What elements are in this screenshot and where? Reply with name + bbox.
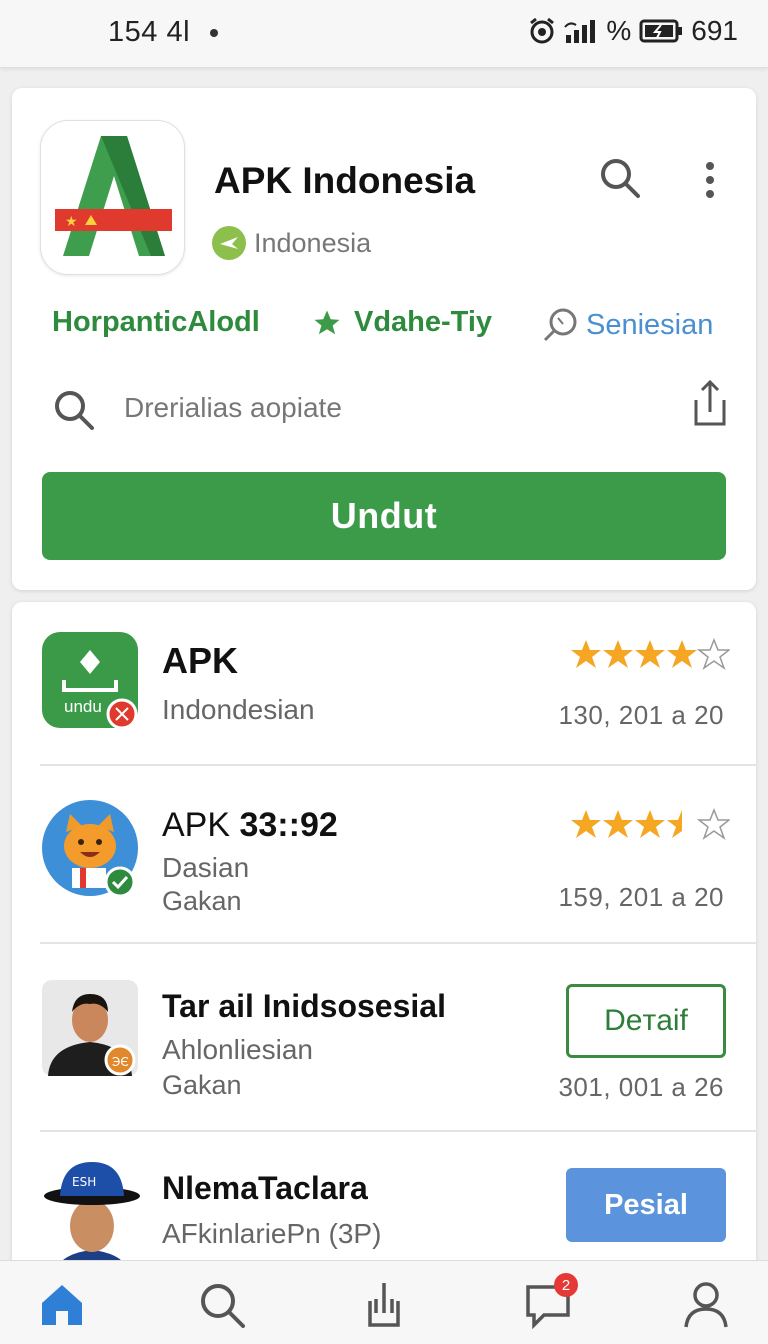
download-count: 159, 201 a 20 [558,882,724,912]
signal-icon [564,20,596,43]
app-name-prefix: APK [162,806,240,844]
icon-label: undu [64,697,102,716]
status-bar: 154 4l % 691 [0,0,768,68]
status-icons: % 691 [528,15,738,47]
search-icon[interactable] [196,1279,248,1331]
bottom-navigation: 2 [0,1260,768,1344]
country-label: Indonesia [254,227,372,258]
star-rating [570,808,730,844]
battery-icon [639,19,683,43]
app-category: Dasian [162,852,250,883]
more-options-icon[interactable] [696,158,724,202]
app-category: AFkinlariePn (3P) [162,1218,382,1249]
app-list: undu APK Indondesian 130, 201 a 20 APK 3… [12,602,756,1282]
star-rating [570,638,730,674]
app-title: APK Indonesia [214,160,476,201]
detail-button[interactable]: Deтaif [566,984,726,1058]
list-item[interactable]: APK 33::92 Dasian Gakan 159, 201 a 20 [12,766,756,944]
app-name: APK 33::92 [162,806,338,845]
svg-text:★: ★ [65,214,78,230]
app-publisher: Gakan [162,886,242,916]
magnifier-icon [543,308,577,342]
battery-level: 691 [691,15,738,46]
rating-tag[interactable]: Vdahe-Tiy [312,306,492,339]
app-name: APK [162,640,239,681]
list-item[interactable]: undu APK Indondesian 130, 201 a 20 [12,602,756,766]
fox-mascot-icon [42,800,138,896]
profile-photo: ЭЄ [42,980,138,1076]
badge-label: ЭЄ [112,1055,129,1069]
app-logo: ★ [40,120,185,275]
app-name-number: 33::92 [239,806,338,844]
app-name: NlemaTaclara [162,1170,368,1206]
alarm-icon [530,17,555,44]
search-icon[interactable] [598,156,642,200]
app-publisher: Gakan [162,1070,242,1100]
search-bar[interactable]: Drerialias aopiate [52,379,732,434]
download-app-icon: undu [42,632,138,728]
app-country: Indonesia [212,226,371,260]
download-count: 301, 001 a 26 [558,1072,724,1102]
download-button[interactable]: Undut [42,472,726,560]
app-name: Tar ail Inidsosesial [162,988,446,1024]
rating-tag-label: Vdahe-Tiy [354,306,493,338]
percent-text: % [606,15,632,46]
share-icon[interactable] [688,378,732,430]
messages-button[interactable]: 2 [522,1273,578,1331]
profile-icon[interactable] [680,1279,732,1331]
developer-link[interactable]: HorpanticAlodl [52,306,260,339]
app-header-card: ★ APK Indonesia Indonesia HorpanticAlodl… [12,88,756,590]
apk-logo-icon: ★ [55,136,172,256]
download-count: 130, 201 a 20 [558,700,724,730]
status-time: 154 4l [108,16,191,48]
notification-dot-icon [210,29,218,37]
share-icon[interactable] [358,1279,410,1331]
search-icon [55,391,94,430]
home-icon[interactable] [36,1279,88,1331]
app-category: Ahlonliesian [162,1034,313,1065]
star-icon [314,310,340,334]
notification-badge: 2 [554,1273,578,1297]
airplane-icon [212,226,246,260]
app-category: Indondesian [162,694,315,725]
list-item[interactable]: ЭЄ Tar ail Inidsosesial Ahlonliesian Gak… [12,944,756,1132]
hat-label: ESH [72,1175,96,1189]
version-link-label: Seniesian [586,308,714,341]
version-link[interactable]: Seniesian [542,306,713,344]
search-placeholder: Drerialias aopiate [124,392,342,423]
special-button[interactable]: Pesial [566,1168,726,1242]
